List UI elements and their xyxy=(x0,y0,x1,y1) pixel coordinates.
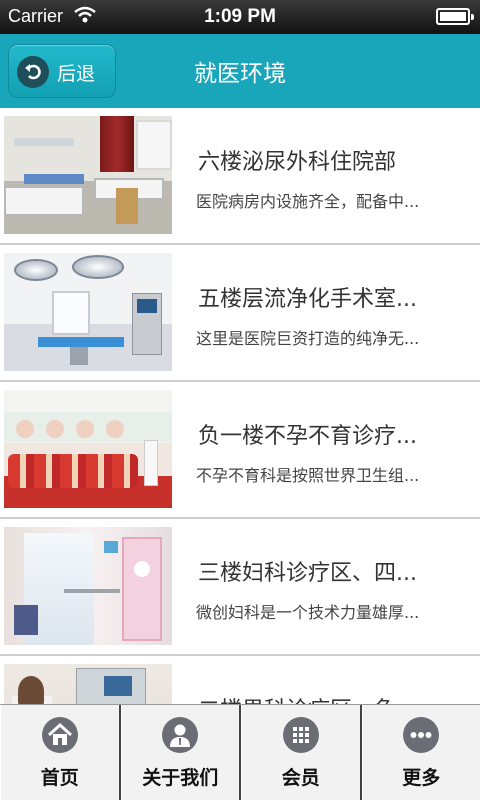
tab-label: 首页 xyxy=(40,767,79,789)
operating-room-photo xyxy=(4,253,172,371)
list-item-title: 三楼妇科诊疗区、四... xyxy=(198,561,417,586)
page-title: 就医环境 xyxy=(194,61,286,87)
clinic-photo xyxy=(4,390,172,508)
list-item[interactable]: 二楼男科诊疗区、鱼... xyxy=(0,656,480,704)
tab-bar: 首页 关于我们 会员 更多 xyxy=(0,704,480,800)
tab-about-us[interactable]: 关于我们 xyxy=(120,705,241,800)
list-item-title: 五楼层流净化手术室... xyxy=(198,287,417,312)
tab-member[interactable]: 会员 xyxy=(241,705,362,800)
list-item-title: 二楼男科诊疗区、鱼... xyxy=(198,692,448,704)
list-item-description: 不孕不育科是按照世界卫生组... xyxy=(196,466,420,485)
exam-room-photo xyxy=(4,664,172,704)
person-icon xyxy=(162,717,199,753)
tab-label: 会员 xyxy=(281,767,320,789)
tab-more[interactable]: 更多 xyxy=(361,705,480,800)
status-bar: Carrier 1:09 PM xyxy=(0,0,480,34)
tab-label: 关于我们 xyxy=(142,767,219,789)
home-icon xyxy=(41,717,78,753)
list-item-description: 微创妇科是一个技术力量雄厚... xyxy=(196,603,420,622)
list-item[interactable]: 六楼泌尿外科住院部 医院病房内设施齐全，配备中... xyxy=(0,108,480,245)
battery-icon xyxy=(436,8,474,25)
list-item-title: 负一楼不孕不育诊疗... xyxy=(198,424,417,449)
more-icon xyxy=(403,717,440,753)
list-item-title: 六楼泌尿外科住院部 xyxy=(198,150,397,175)
tab-home[interactable]: 首页 xyxy=(0,705,121,800)
ward-photo xyxy=(4,116,172,234)
environment-list[interactable]: 六楼泌尿外科住院部 医院病房内设施齐全，配备中... 五楼层流净化手术室... … xyxy=(0,108,480,704)
list-item[interactable]: 三楼妇科诊疗区、四... 微创妇科是一个技术力量雄厚... xyxy=(0,519,480,656)
nav-bar: 后退 就医环境 xyxy=(0,34,480,108)
list-item-description: 这里是医院巨资打造的纯净无... xyxy=(196,329,420,348)
grid-icon xyxy=(282,717,319,753)
hallway-photo xyxy=(4,527,172,645)
list-item[interactable]: 负一楼不孕不育诊疗... 不孕不育科是按照世界卫生组... xyxy=(0,382,480,519)
list-item[interactable]: 五楼层流净化手术室... 这里是医院巨资打造的纯净无... xyxy=(0,245,480,382)
list-item-description: 医院病房内设施齐全，配备中... xyxy=(196,192,420,211)
status-time: 1:09 PM xyxy=(204,6,276,27)
tab-label: 更多 xyxy=(402,767,441,789)
